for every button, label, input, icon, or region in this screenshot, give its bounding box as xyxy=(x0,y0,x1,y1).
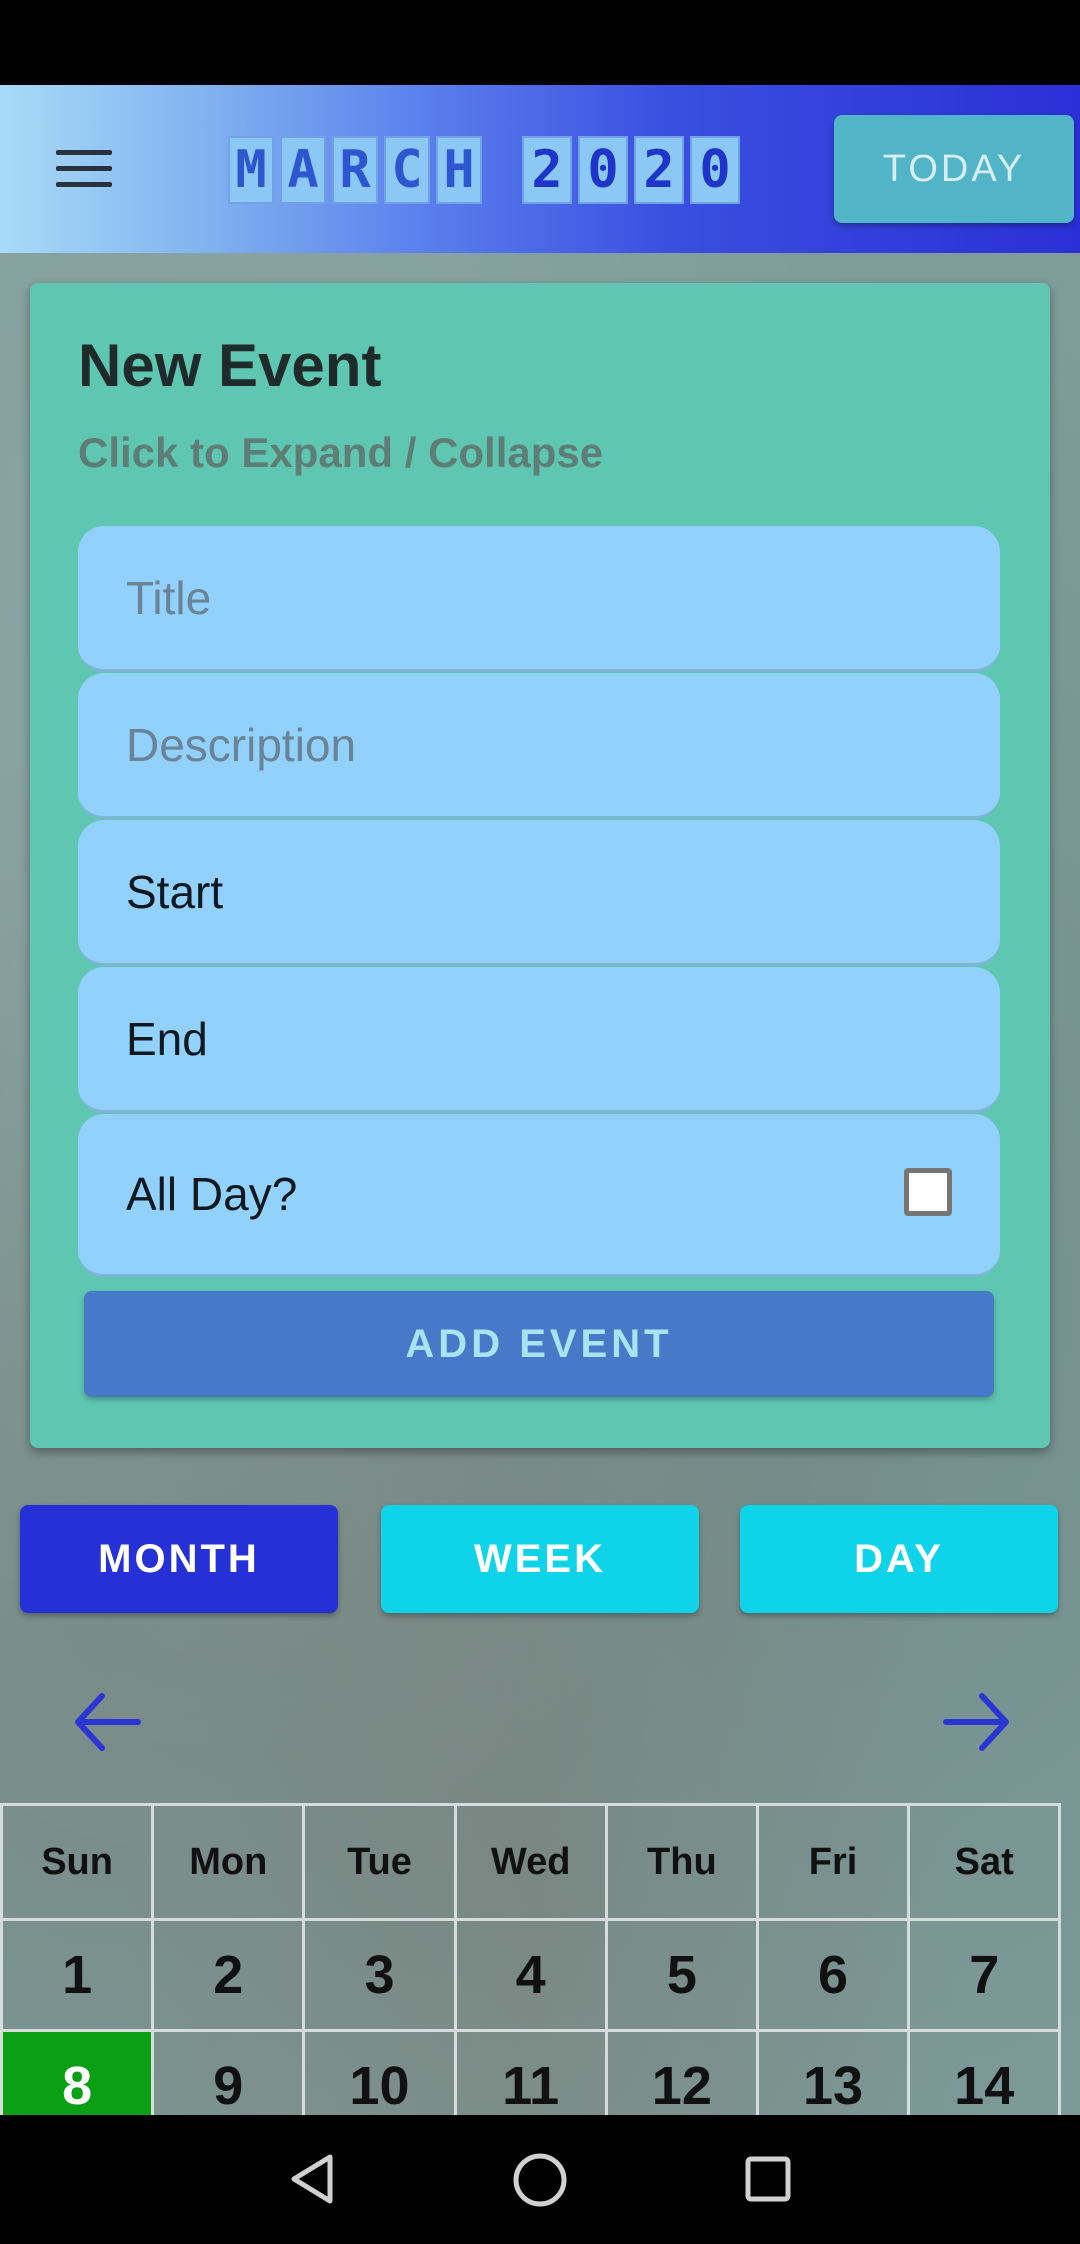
weekday-header: Thu xyxy=(604,1803,759,1921)
calendar-day-cell-today[interactable]: 8 xyxy=(0,2029,155,2115)
app-header: M A R C H 2 0 2 0 TODAY xyxy=(0,85,1080,253)
weekday-header: Fri xyxy=(755,1803,911,1921)
month-letter: R xyxy=(332,136,378,204)
week-view-button[interactable]: WEEK xyxy=(381,1505,699,1613)
home-circle-icon[interactable] xyxy=(509,2149,571,2211)
calendar-day-cell[interactable]: 1 xyxy=(0,1918,155,2032)
year-digit: 2 xyxy=(522,136,572,204)
month-calendar-grid: Sun Mon Tue Wed Thu Fri Sat 1 2 3 4 5 6 … xyxy=(0,1803,1080,2115)
weekday-header: Sun xyxy=(0,1803,155,1921)
weekday-header: Sat xyxy=(907,1803,1062,1921)
calendar-day-cell[interactable]: 13 xyxy=(755,2029,911,2115)
start-label: Start xyxy=(126,865,224,918)
description-input[interactable]: Description xyxy=(78,673,1000,819)
calendar-day-cell[interactable]: 11 xyxy=(453,2029,608,2115)
card-subtitle[interactable]: Click to Expand / Collapse xyxy=(78,429,603,477)
end-label: End xyxy=(126,1012,208,1065)
calendar-week-row: 1 2 3 4 5 6 7 xyxy=(0,1918,1080,2032)
new-event-card: New Event Click to Expand / Collapse Tit… xyxy=(30,283,1050,1448)
month-view-button[interactable]: MONTH xyxy=(20,1505,338,1613)
calendar-day-cell[interactable]: 9 xyxy=(151,2029,306,2115)
all-day-label: All Day? xyxy=(126,1168,298,1220)
title-input[interactable]: Title xyxy=(78,526,1000,672)
calendar-day-cell[interactable]: 2 xyxy=(151,1918,306,2032)
day-view-button[interactable]: DAY xyxy=(740,1505,1058,1613)
all-day-checkbox[interactable] xyxy=(904,1168,952,1216)
calendar-day-cell[interactable]: 14 xyxy=(907,2029,1062,2115)
month-letter: H xyxy=(436,136,482,204)
weekday-header-row: Sun Mon Tue Wed Thu Fri Sat xyxy=(0,1803,1080,1921)
arrow-left-icon[interactable] xyxy=(72,1690,142,1754)
year-digit: 0 xyxy=(578,136,628,204)
calendar-day-cell[interactable]: 3 xyxy=(302,1918,457,2032)
end-field[interactable]: End xyxy=(78,967,1000,1113)
start-field[interactable]: Start xyxy=(78,820,1000,966)
month-year-title: M A R C H 2 0 2 0 xyxy=(228,125,740,215)
description-placeholder: Description xyxy=(126,718,357,771)
card-title[interactable]: New Event xyxy=(78,331,381,400)
recents-square-icon[interactable] xyxy=(738,2149,798,2209)
weekday-header: Tue xyxy=(302,1803,457,1921)
back-triangle-icon[interactable] xyxy=(282,2149,342,2209)
calendar-day-cell[interactable]: 12 xyxy=(604,2029,759,2115)
title-placeholder: Title xyxy=(126,571,212,624)
month-letter: C xyxy=(384,136,430,204)
status-bar xyxy=(0,0,1080,85)
month-letter: A xyxy=(280,136,326,204)
weekday-header: Wed xyxy=(453,1803,608,1921)
all-day-field: All Day? xyxy=(78,1114,1000,1277)
year-digit: 0 xyxy=(690,136,740,204)
calendar-day-cell[interactable]: 5 xyxy=(604,1918,759,2032)
today-button[interactable]: TODAY xyxy=(834,115,1074,223)
calendar-day-cell[interactable]: 4 xyxy=(453,1918,608,2032)
arrow-right-icon[interactable] xyxy=(942,1690,1012,1754)
calendar-day-cell[interactable]: 6 xyxy=(755,1918,911,2032)
month-letter: M xyxy=(228,136,274,204)
weekday-header: Mon xyxy=(151,1803,306,1921)
menu-icon[interactable] xyxy=(56,150,112,190)
add-event-button[interactable]: ADD EVENT xyxy=(84,1291,994,1397)
year-digit: 2 xyxy=(634,136,684,204)
calendar-day-cell[interactable]: 7 xyxy=(907,1918,1062,2032)
system-navigation-bar xyxy=(0,2115,1080,2244)
calendar-day-cell[interactable]: 10 xyxy=(302,2029,457,2115)
calendar-week-row: 8 9 10 11 12 13 14 xyxy=(0,2029,1080,2115)
